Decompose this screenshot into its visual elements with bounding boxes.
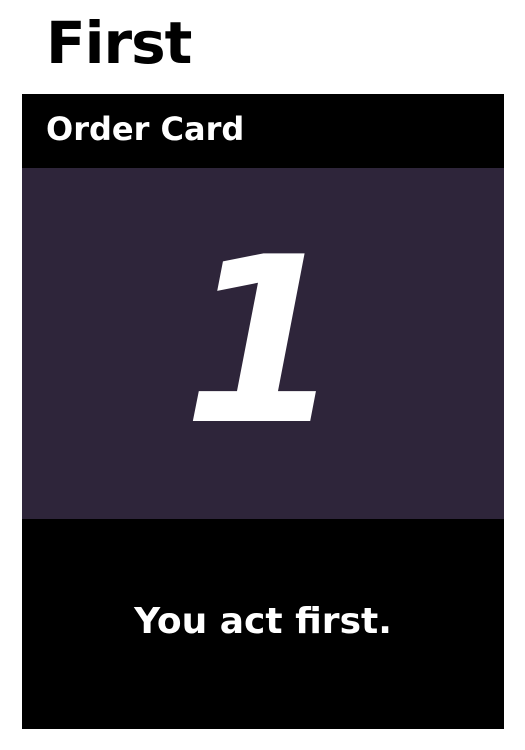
card-rules-text: You act first.: [134, 601, 392, 642]
order-number: 1: [182, 209, 344, 476]
card-type-label: Order Card: [46, 110, 245, 148]
card-art-panel: 1: [22, 168, 504, 519]
order-card: Order Card 1 You act first.: [22, 94, 504, 729]
card-title: First: [46, 9, 192, 77]
